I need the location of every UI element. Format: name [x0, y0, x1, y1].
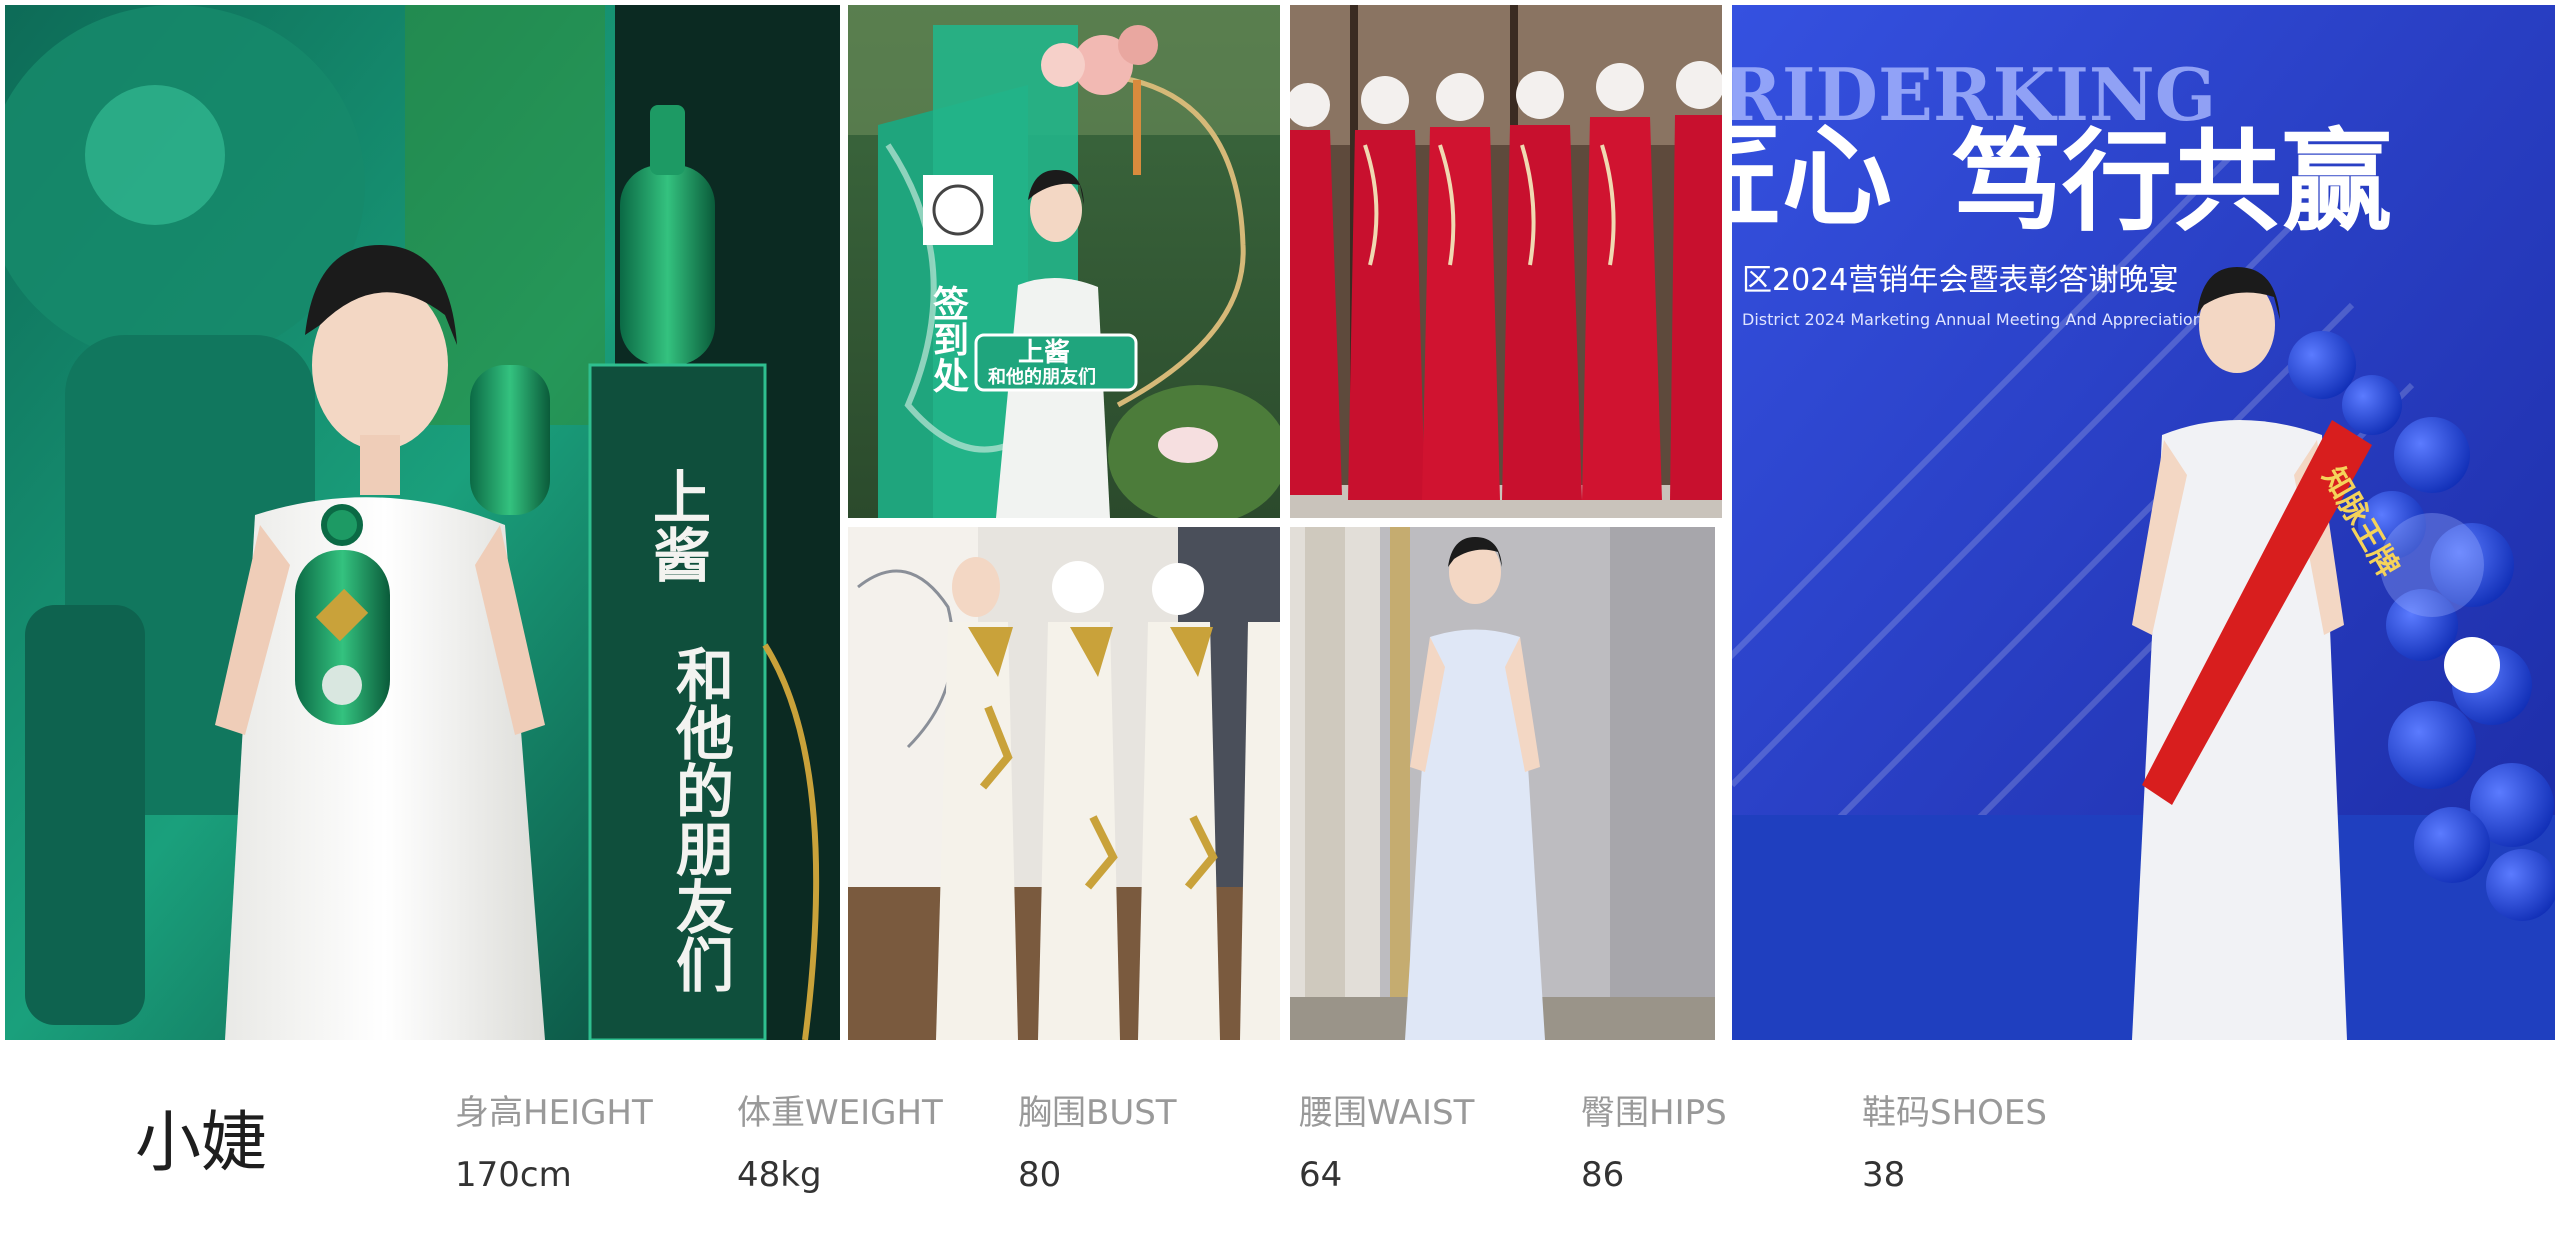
photo-red-qipao-group [1290, 5, 1722, 518]
stat-height: 身高HEIGHT 170cm [455, 1090, 653, 1198]
banner-english: District 2024 Marketing Annual Meeting A… [1742, 310, 2262, 329]
stat-height-label: 身高HEIGHT [455, 1093, 653, 1133]
stat-weight: 体重WEIGHT 48kg [737, 1090, 943, 1198]
photo-blue-gown-model [1290, 527, 1715, 1040]
photo-signin-arch: 签到处 上酱 和他的朋友们 [848, 5, 1280, 518]
photo-stage-banner-model: RIDERKING 匠心 笃行共赢 区2024营销年会暨表彰答谢晚宴 Distr… [1732, 5, 2555, 1040]
stat-weight-label: 体重WEIGHT [737, 1093, 943, 1133]
sign-text-line2: 和他的朋友们 [666, 645, 735, 993]
banner-main-a: 匠心 [1732, 112, 1892, 241]
stat-bust-value: 80 [1018, 1155, 1062, 1195]
sign-text-line1: 上酱 [643, 467, 711, 583]
stat-bust-label: 胸围BUST [1018, 1093, 1177, 1133]
stat-height-value: 170cm [455, 1155, 572, 1195]
stat-hips: 臀围HIPS 86 [1581, 1090, 1727, 1198]
stat-shoes-label: 鞋码SHOES [1862, 1093, 2047, 1133]
board-text-line1: 上酱 [1018, 337, 1070, 368]
stat-weight-value: 48kg [737, 1155, 822, 1195]
banner-subtitle: 区2024营销年会暨表彰答谢晚宴 [1742, 263, 2178, 298]
board-text-line2: 和他的朋友们 [988, 366, 1096, 388]
stat-hips-value: 86 [1581, 1155, 1625, 1195]
stat-shoes-value: 38 [1862, 1155, 1906, 1195]
stat-waist-label: 腰围WAIST [1299, 1093, 1475, 1133]
photo-white-qipao-group [848, 527, 1280, 1040]
stat-waist-value: 64 [1299, 1155, 1343, 1195]
stat-waist: 腰围WAIST 64 [1299, 1090, 1474, 1198]
stat-hips-label: 臀围HIPS [1581, 1093, 1727, 1133]
model-name: 小婕 [135, 1104, 267, 1181]
stat-shoes: 鞋码SHOES 38 [1862, 1090, 2047, 1198]
banner-main-b: 笃行共赢 [1952, 117, 2392, 246]
signin-vertical-text: 签到处 [927, 285, 969, 393]
stat-bust: 胸围BUST 80 [1018, 1090, 1177, 1198]
photo-jade-display-model: 上酱 和他的朋友们 [5, 5, 840, 1040]
